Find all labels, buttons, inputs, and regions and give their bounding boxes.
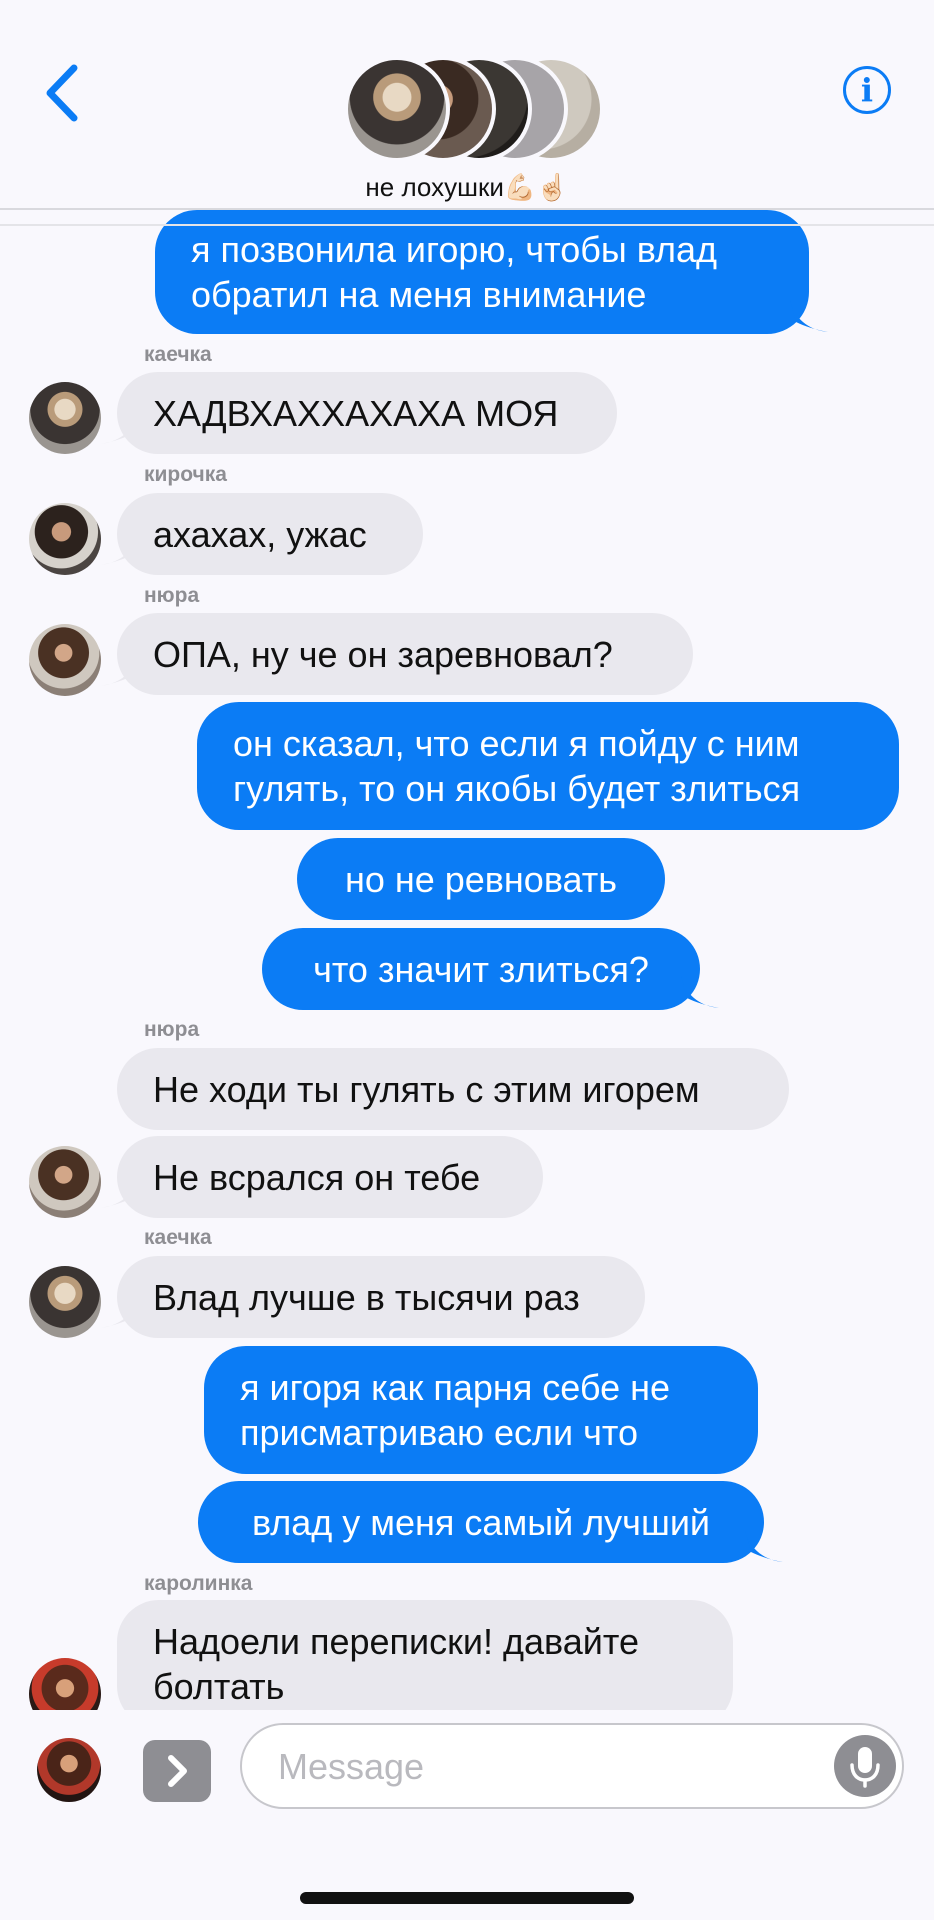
back-button[interactable] bbox=[40, 62, 84, 124]
message-text: но не ревновать bbox=[344, 858, 618, 900]
home-indicator[interactable] bbox=[300, 1892, 634, 1904]
avatar[interactable] bbox=[29, 503, 101, 575]
message-bubble-outgoing[interactable]: я игоря как парня себе не присматриваю е… bbox=[204, 1346, 758, 1474]
sender-name: каролинка bbox=[144, 1572, 253, 1595]
group-name[interactable]: не лохушки💪🏻☝🏻 bbox=[0, 172, 934, 203]
message-list[interactable]: я позвонила игорю, чтобы влад обратил на… bbox=[0, 0, 934, 1710]
message-bubble-outgoing[interactable]: он сказал, что если я пойду с ним гулять… bbox=[197, 702, 899, 830]
message-bubble-outgoing[interactable]: но не ревновать bbox=[297, 838, 665, 920]
group-avatar-stack[interactable] bbox=[344, 56, 604, 162]
avatar[interactable] bbox=[29, 1658, 101, 1710]
microphone-icon bbox=[850, 1747, 880, 1788]
message-bubble-incoming[interactable]: Не всрался он тебе bbox=[117, 1136, 543, 1218]
sender-name: каечка bbox=[144, 1226, 212, 1249]
message-text: Не ходи ты гулять с этим игорем bbox=[153, 1068, 700, 1110]
message-text: ахахах, ужас bbox=[153, 513, 367, 555]
message-bubble-incoming[interactable]: ОПА, ну че он заревновал? bbox=[117, 613, 693, 695]
message-text: ХАДВХАХХАХАХА МОЯ bbox=[153, 392, 559, 434]
message-bubble-incoming[interactable]: ахахах, ужас bbox=[117, 493, 423, 575]
message-text: ОПА, ну че он заревновал? bbox=[153, 633, 613, 675]
avatar[interactable] bbox=[29, 1266, 101, 1338]
divider bbox=[0, 224, 934, 226]
message-bubble-outgoing[interactable]: влад у меня самый лучший bbox=[198, 1481, 764, 1563]
message-bubble-incoming[interactable]: Не ходи ты гулять с этим игорем bbox=[117, 1048, 789, 1130]
message-field[interactable] bbox=[240, 1723, 904, 1809]
message-bubble-outgoing[interactable]: я позвонила игорю, чтобы влад обратил на… bbox=[155, 210, 809, 334]
message-text: Влад лучше в тысячи раз bbox=[153, 1276, 580, 1318]
message-text: он сказал, что если я пойду с ним гулять… bbox=[233, 723, 801, 809]
apps-button[interactable] bbox=[143, 1740, 211, 1802]
sender-name: нюра bbox=[144, 1018, 200, 1041]
sender-name: нюра bbox=[144, 584, 200, 607]
message-composer bbox=[0, 1710, 934, 1920]
bubble-tail bbox=[681, 976, 719, 1008]
avatar[interactable] bbox=[29, 624, 101, 696]
message-input[interactable] bbox=[276, 1739, 820, 1795]
conversation-header: не лохушки💪🏻☝🏻 i bbox=[0, 0, 934, 210]
message-text: я позвонила игорю, чтобы влад обратил на… bbox=[191, 229, 718, 315]
info-icon: i bbox=[860, 71, 874, 109]
message-bubble-outgoing[interactable]: что значит злиться? bbox=[262, 928, 700, 1010]
avatar bbox=[344, 56, 450, 162]
message-text: что значит злиться? bbox=[313, 948, 649, 990]
chevron-right-icon bbox=[168, 1755, 187, 1787]
message-text: я игоря как парня себе не присматриваю е… bbox=[240, 1367, 671, 1453]
message-text: Надоели переписки! давайте болтать bbox=[153, 1621, 639, 1707]
avatar[interactable] bbox=[29, 1146, 101, 1218]
bubble-tail bbox=[745, 1530, 783, 1562]
sender-name: каечка bbox=[144, 343, 212, 366]
avatar[interactable] bbox=[37, 1738, 101, 1802]
message-text: Не всрался он тебе bbox=[153, 1156, 481, 1198]
message-text: влад у меня самый лучший bbox=[251, 1501, 711, 1543]
info-button[interactable]: i bbox=[843, 66, 891, 114]
message-bubble-incoming[interactable]: ХАДВХАХХАХАХА МОЯ bbox=[117, 372, 617, 454]
message-bubble-incoming[interactable]: Надоели переписки! давайте болтать bbox=[117, 1600, 733, 1710]
chevron-left-icon bbox=[46, 64, 78, 122]
bubble-tail bbox=[790, 300, 828, 332]
mic-button[interactable] bbox=[834, 1735, 896, 1797]
avatar[interactable] bbox=[29, 382, 101, 454]
message-bubble-incoming[interactable]: Влад лучше в тысячи раз bbox=[117, 1256, 645, 1338]
sender-name: кирочка bbox=[144, 463, 227, 486]
